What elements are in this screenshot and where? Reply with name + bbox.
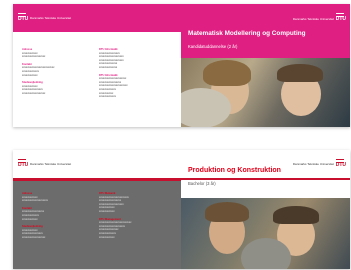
contact-line: xxxxxxxxxxxx xyxy=(99,235,115,239)
contact-line: xxxxxxxxxxxxxxxxxx xyxy=(22,91,46,95)
contact-group: Kontaktxxxxxxxxxxxxxxxxxxxxxxxxxxxxxxxxx… xyxy=(22,63,88,77)
cover-photo-workshop xyxy=(181,198,350,269)
brochure-front-panel: Danmarks Tekniske Universitet DTU Matema… xyxy=(181,4,350,127)
back-header-band: DTU Danmarks Tekniske Universitet xyxy=(13,4,181,32)
dtu-logo: DTU xyxy=(18,159,28,168)
dtu-logo: DTU xyxy=(18,13,28,22)
contact-line: xxxxxxxxxxxxxxxxxx xyxy=(22,235,46,239)
contact-line: xxxxxxxxxxxx xyxy=(22,73,38,77)
red-stripe xyxy=(13,178,181,181)
back-header: DTU Danmarks Tekniske Universitet xyxy=(13,150,181,178)
contact-group: DTU Management xxxxxxxxxxxxxxxxxxxxxxxxx x… xyxy=(99,218,169,240)
contact-group: Studievejledning xxxxxxxxxxxx xxxxxxxxxxxx… xyxy=(22,225,88,239)
contact-group: DTU Mekanik xxxxxxxxxxxxxxxxxxxxxxx xxxxxx… xyxy=(99,192,169,214)
dtu-logo: DTU xyxy=(335,159,346,168)
university-name: Danmarks Tekniske Universitet xyxy=(292,162,334,166)
brochure-front-panel: Danmarks Tekniske Universitet DTU Produk… xyxy=(181,150,350,269)
contact-group: DTU Informatikxxxxxxxxxxxxxxxxxxxxxxxxxx… xyxy=(99,48,169,70)
contact-column-right: DTU Informatik xxxxxxxxxxxxxxxx xxxxxxxxxx… xyxy=(99,48,169,103)
contact-line: xxxxxxxxxxxxx xyxy=(99,95,116,99)
contact-group: Studievejledning xxxxxxxxxxxx xxxxxxxxxxxx… xyxy=(22,81,88,95)
brochure-subtitle: Kandidatuddannelse (2 år) xyxy=(188,44,238,49)
brochure-back-panel: DTU Danmarks Tekniske Universitet Adress… xyxy=(13,4,181,127)
contact-line: xxxxxxxxxxxx xyxy=(99,209,115,213)
contact-group: Kontaktxxxxxxxxxxxxxxxxxxxxxxxxxxxxxxxxx… xyxy=(22,207,88,221)
contact-line: xxxxxxxxxxxx xyxy=(22,217,38,221)
contact-line: xxxxxxxxxxxxxxxxxxxx xyxy=(22,199,48,203)
contact-group: DTU Informatikxxxxxxxxxxxxxxxxxxxxxxxxxx… xyxy=(99,74,169,99)
contact-column-right: DTU Mekanik xxxxxxxxxxxxxxxxxxxxxxx xxxxxx… xyxy=(99,192,169,243)
brochure-subtitle: Bachelor (3 år) xyxy=(188,181,216,186)
brochure-title: Produktion og Konstruktion xyxy=(188,167,281,174)
university-name: Danmarks Tekniske Universitet xyxy=(30,16,72,20)
university-name: Danmarks Tekniske Universitet xyxy=(292,17,334,21)
contact-line: xxxxxxxxxxxxxx xyxy=(99,65,118,69)
red-stripe xyxy=(181,178,350,180)
brochure-production-construction: DTU Danmarks Tekniske Universitet Adress… xyxy=(13,150,350,269)
dtu-logo: DTU xyxy=(335,13,346,22)
front-header: Danmarks Tekniske Universitet DTU Produk… xyxy=(181,150,350,198)
university-name: Danmarks Tekniske Universitet xyxy=(30,162,72,166)
front-header-band: Danmarks Tekniske Universitet DTU Matema… xyxy=(181,4,350,58)
brochure-title: Matematisk Modellering og Computing xyxy=(188,30,306,37)
contact-column-left: Adresse xxxxxxxxxxxx xxxxxxxxxxxxxxxxxx Kon… xyxy=(22,48,88,100)
cover-photo-students xyxy=(181,58,350,127)
contact-column-left: Adresse xxxxxxxxxxxx xxxxxxxxxxxxxxxxxxxx K… xyxy=(22,192,88,244)
brochure-back-panel: DTU Danmarks Tekniske Universitet Adress… xyxy=(13,150,181,269)
brochure-mathematical-modelling: DTU Danmarks Tekniske Universitet Adress… xyxy=(13,4,350,127)
contact-group: Adresse xxxxxxxxxxxx xxxxxxxxxxxxxxxxxx xyxy=(22,48,88,59)
contact-group: Adresse xxxxxxxxxxxx xxxxxxxxxxxxxxxxxxxx xyxy=(22,192,88,203)
contact-line: xxxxxxxxxxxxxxxxxx xyxy=(22,55,46,59)
